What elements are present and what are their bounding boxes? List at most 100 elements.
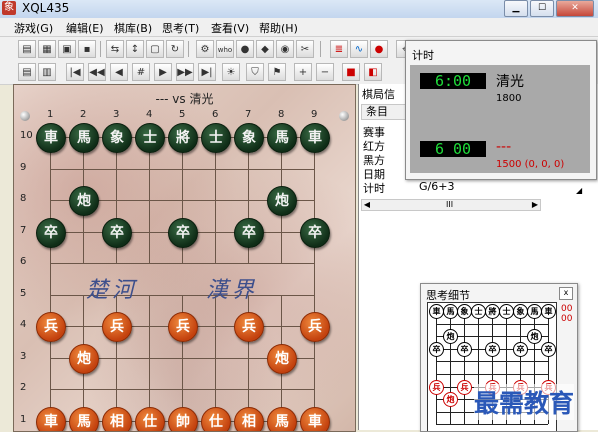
black-piece[interactable]: 士 xyxy=(135,123,165,153)
red-piece[interactable]: 車 xyxy=(300,407,330,432)
menu-library[interactable]: 棋库(B) xyxy=(114,20,152,36)
minimize-button[interactable]: ▁ xyxy=(504,0,528,17)
zoom-in-button[interactable]: + xyxy=(294,63,312,81)
circle-icon[interactable]: ● xyxy=(236,40,254,58)
red-piece[interactable]: 車 xyxy=(36,407,66,432)
board-icon[interactable]: ▢ xyxy=(146,40,164,58)
black-piece[interactable]: 將 xyxy=(168,123,198,153)
copy-icon[interactable]: ⇆ xyxy=(106,40,124,58)
flag-icon[interactable]: ⚑ xyxy=(268,63,286,81)
fast-forward-button[interactable]: ▶▶ xyxy=(176,63,194,81)
menu-think[interactable]: 思考(T) xyxy=(162,20,199,36)
menu-view[interactable]: 查看(V) xyxy=(211,20,249,36)
new-icon[interactable]: ▤ xyxy=(18,40,36,58)
red-piece[interactable]: 兵 xyxy=(168,312,198,342)
resize-grip-icon[interactable]: ◢ xyxy=(576,186,588,196)
red-piece[interactable]: 仕 xyxy=(135,407,165,432)
black-piece[interactable]: 象 xyxy=(234,123,264,153)
think-score-top: 00 xyxy=(561,304,572,314)
menu-edit[interactable]: 编辑(E) xyxy=(66,20,104,36)
red-piece[interactable]: 馬 xyxy=(69,407,99,432)
paste-icon[interactable]: ▤ xyxy=(18,63,36,81)
black-piece[interactable]: 馬 xyxy=(267,123,297,153)
rank-label: 3 xyxy=(20,351,26,362)
clipboard-icon[interactable]: ▥ xyxy=(38,63,56,81)
grid-line xyxy=(215,137,216,263)
grid-line xyxy=(149,137,150,263)
red-piece[interactable]: 馬 xyxy=(267,407,297,432)
red-piece[interactable]: 炮 xyxy=(267,344,297,374)
red-piece[interactable]: 兵 xyxy=(102,312,132,342)
chart-icon[interactable]: ≣ xyxy=(330,40,348,58)
diamond-icon[interactable]: ◆ xyxy=(256,40,274,58)
save-icon[interactable]: ▪ xyxy=(78,40,96,58)
think-detail-close-button[interactable]: x xyxy=(559,287,573,300)
rank-label: 8 xyxy=(20,193,26,204)
flip-icon[interactable]: ↕ xyxy=(126,40,144,58)
rank-label: 9 xyxy=(20,162,26,173)
red-piece[interactable]: 帥 xyxy=(168,407,198,432)
red-side-icon[interactable]: ■ xyxy=(342,63,360,81)
black-piece[interactable]: 卒 xyxy=(300,218,330,248)
move-number-button[interactable]: # xyxy=(132,63,150,81)
graph-icon[interactable]: ∿ xyxy=(350,40,368,58)
grid-line xyxy=(50,137,51,421)
rotate-icon[interactable]: ↻ xyxy=(166,40,184,58)
tool-icon[interactable]: ✂ xyxy=(296,40,314,58)
mini-piece: 象 xyxy=(513,304,528,319)
black-piece[interactable]: 車 xyxy=(300,123,330,153)
last-move-button[interactable]: ▶| xyxy=(198,63,216,81)
black-piece[interactable]: 馬 xyxy=(69,123,99,153)
scroll-thumb[interactable]: III xyxy=(446,200,453,210)
river-right-text: 漢界 xyxy=(206,272,258,304)
hint-icon[interactable]: ☀ xyxy=(222,63,240,81)
black-piece[interactable]: 卒 xyxy=(36,218,66,248)
xiangqi-board[interactable]: --- vs 清光 123456789 10987654321 楚河 漢界 車馬… xyxy=(13,84,356,432)
mini-grid-line xyxy=(436,311,437,424)
mini-piece: 卒 xyxy=(513,342,528,357)
folder-icon[interactable]: ▣ xyxy=(58,40,76,58)
black-piece[interactable]: 卒 xyxy=(102,218,132,248)
who-icon[interactable]: who xyxy=(216,40,234,58)
scroll-right-icon[interactable]: ▶ xyxy=(530,200,540,210)
color-icon[interactable]: ● xyxy=(370,40,388,58)
black-piece[interactable]: 炮 xyxy=(267,186,297,216)
shield-icon[interactable]: ⛉ xyxy=(246,63,264,81)
red-piece[interactable]: 相 xyxy=(234,407,264,432)
red-piece[interactable]: 兵 xyxy=(234,312,264,342)
engine-icon[interactable]: ⚙ xyxy=(196,40,214,58)
black-piece[interactable]: 象 xyxy=(102,123,132,153)
first-move-button[interactable]: |◀ xyxy=(66,63,84,81)
timer-window: 计时 6:00 清光 1800 6 00 --- 1500 (0, 0, 0) xyxy=(405,40,597,180)
menu-game[interactable]: 游戏(G) xyxy=(14,20,53,36)
open-icon[interactable]: ▦ xyxy=(38,40,56,58)
black-piece[interactable]: 卒 xyxy=(234,218,264,248)
mini-piece: 兵 xyxy=(457,380,472,395)
red-piece[interactable]: 仕 xyxy=(201,407,231,432)
title-bar: 象 XQL435 ▁ ☐ ✕ xyxy=(0,0,598,19)
forward-button[interactable]: ▶ xyxy=(154,63,172,81)
file-label: 1 xyxy=(47,109,53,120)
maximize-button[interactable]: ☐ xyxy=(530,0,554,17)
rank-label: 1 xyxy=(20,414,26,425)
timer-title: 计时 xyxy=(412,47,434,63)
menu-help[interactable]: 帮助(H) xyxy=(259,20,298,36)
red-piece[interactable]: 兵 xyxy=(300,312,330,342)
switch-side-icon[interactable]: ◧ xyxy=(364,63,382,81)
close-button[interactable]: ✕ xyxy=(556,0,594,17)
back-button[interactable]: ◀ xyxy=(110,63,128,81)
eye-icon[interactable]: ◉ xyxy=(276,40,294,58)
horizontal-scrollbar[interactable]: ◀ III ▶ xyxy=(361,199,541,211)
black-piece[interactable]: 卒 xyxy=(168,218,198,248)
red-piece[interactable]: 炮 xyxy=(69,344,99,374)
black-piece[interactable]: 車 xyxy=(36,123,66,153)
zoom-out-button[interactable]: − xyxy=(316,63,334,81)
scroll-left-icon[interactable]: ◀ xyxy=(362,200,372,210)
info-row-value: G/6+3 xyxy=(419,180,454,193)
black-piece[interactable]: 炮 xyxy=(69,186,99,216)
red-piece[interactable]: 相 xyxy=(102,407,132,432)
red-piece[interactable]: 兵 xyxy=(36,312,66,342)
fast-back-button[interactable]: ◀◀ xyxy=(88,63,106,81)
black-piece[interactable]: 士 xyxy=(201,123,231,153)
file-label: 6 xyxy=(212,109,218,120)
